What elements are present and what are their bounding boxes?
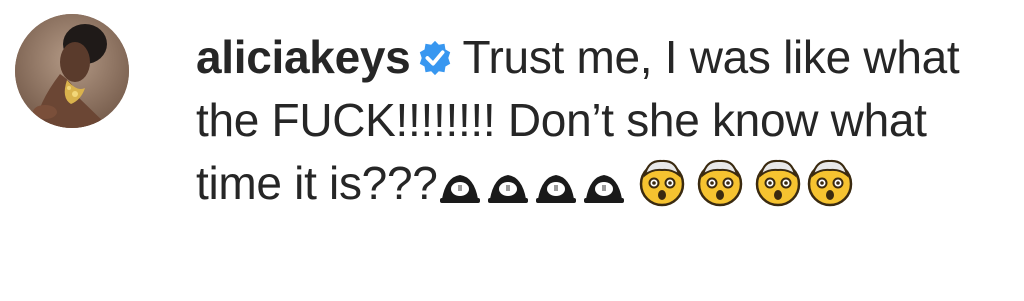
username[interactable]: aliciakeys (196, 31, 411, 83)
exploding-head-icon (694, 155, 746, 207)
graduation-cap-icon (486, 160, 530, 204)
graduation-cap-icon (438, 160, 482, 204)
avatar-photo (15, 14, 129, 128)
comment: aliciakeys Trust me, I was like what the… (0, 0, 1024, 301)
verified-badge-icon (416, 30, 454, 76)
exploding-head-icon (804, 155, 856, 207)
graduation-cap-icon (534, 160, 578, 204)
exploding-head-icon (752, 155, 804, 207)
exploding-head-icon (636, 155, 688, 207)
emoji-group (438, 152, 804, 215)
comment-text: aliciakeys Trust me, I was like what the… (196, 26, 1006, 215)
graduation-cap-icon (582, 160, 626, 204)
avatar[interactable] (15, 14, 129, 128)
